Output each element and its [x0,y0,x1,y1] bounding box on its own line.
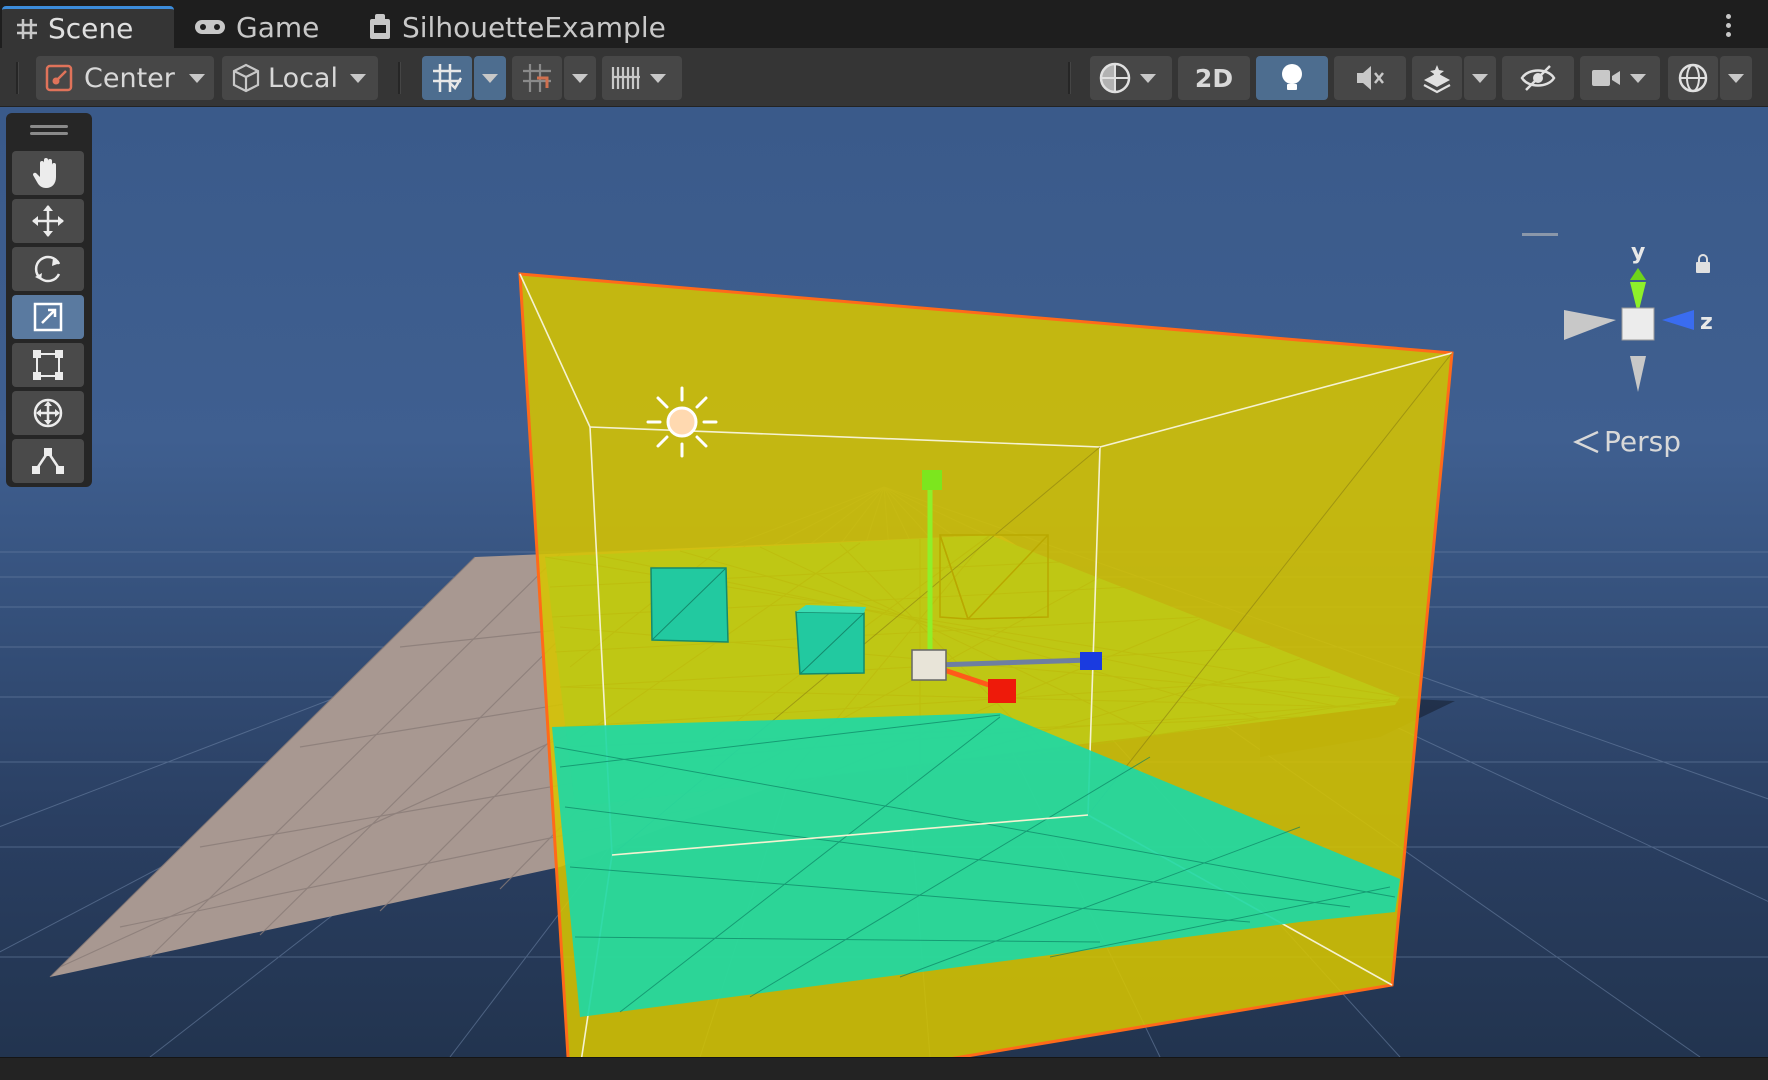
y-axis-label: y [1631,240,1646,265]
chevron-down-icon [572,73,588,83]
gizmo-globe-icon [1676,61,1710,95]
rect-tool-button[interactable] [12,343,84,387]
scene-effects-dropdown[interactable] [1464,56,1496,100]
projection-label: Persp [1604,425,1681,458]
spline-tool-icon [32,448,64,474]
hand-tool-button[interactable] [12,151,84,195]
hand-icon [32,158,56,188]
gizmos-toggle[interactable] [1668,56,1718,100]
tool-palette [6,113,92,487]
more-options-icon[interactable] [1726,14,1732,41]
tab-scene-label: Scene [48,12,134,45]
scene-camera-dropdown[interactable] [1580,56,1660,100]
teal-cube-left [650,567,729,643]
gamepad-icon [194,17,226,37]
tab-game[interactable]: Game [180,6,330,48]
directional-light-icon [646,386,718,458]
z-axis-cone[interactable] [1662,310,1694,330]
tab-scene[interactable]: Scene [2,6,174,48]
scene-viewport[interactable]: y z Persp [0,107,1768,1057]
camera-icon [1590,66,1622,90]
effects-layers-icon [1421,62,1453,94]
lock-icon[interactable] [1694,254,1712,278]
toggle-2d-button[interactable]: 2D [1178,56,1250,100]
chevron-down-icon [650,73,666,83]
scale-tool-button[interactable] [12,295,84,339]
orientation-gizmo[interactable]: y z [1548,232,1728,422]
perspective-chevron-icon [1572,430,1599,453]
audio-mute-icon [1354,63,1386,93]
scene-lighting-toggle[interactable] [1256,56,1328,100]
center-cube[interactable] [1621,307,1655,341]
rect-transform-icon [33,350,63,380]
increment-snap-dropdown[interactable] [564,56,596,100]
grid-hash-icon [16,18,38,40]
pivot-rotation-dropdown[interactable]: Local [222,56,378,100]
chevron-down-icon [1140,73,1156,83]
palette-drag-handle[interactable] [30,125,68,139]
teal-cube-middle [795,605,866,675]
status-bar [0,1057,1768,1080]
pivot-mode-dropdown[interactable]: Center [36,56,214,100]
move-tool-button[interactable] [12,199,84,243]
scene-audio-toggle[interactable] [1334,56,1406,100]
toolbar-grip [16,62,19,94]
chevron-down-icon [482,73,498,83]
draw-mode-dropdown[interactable] [1090,56,1172,100]
increment-snap-icon [521,62,553,94]
x-axis-cone[interactable] [1564,310,1616,340]
lightbulb-icon [1279,62,1305,94]
chevron-down-icon [1728,73,1744,83]
local-cube-icon [230,62,262,94]
scene-effects-toggle[interactable] [1412,56,1462,100]
chevron-down-icon [1630,73,1646,83]
projection-toggle[interactable]: Persp [1572,425,1681,458]
chevron-down-icon [349,73,366,83]
hidden-eye-icon [1520,64,1556,92]
scene-visibility-toggle[interactable] [1502,56,1574,100]
scene-render [0,272,1768,1057]
transform-tool-button[interactable] [12,391,84,435]
toolbar-separator [1068,62,1071,94]
increment-snap-toggle[interactable] [512,56,562,100]
pivot-mode-label: Center [84,62,175,94]
grid-snap-icon [431,62,463,94]
scene-tab-bar: Scene Game SilhouetteExample [0,0,1768,48]
gizmos-dropdown[interactable] [1720,56,1752,100]
scene-toolbar: Center Local 2D [0,48,1768,107]
tab-game-label: Game [236,10,320,44]
toolbar-separator [398,62,401,94]
grid-snap-toggle[interactable] [422,56,472,100]
z-axis-label: z [1700,310,1713,335]
grid-ruler-icon [610,63,642,93]
grid-visibility-dropdown[interactable] [602,56,682,100]
scene-asset-icon [368,13,392,41]
rotate-icon [34,255,61,283]
neg-y-axis-cone[interactable] [1630,356,1646,392]
chevron-down-icon [188,73,205,83]
tab-silhouette-label: SilhouetteExample [402,10,666,44]
grid-snap-dropdown[interactable] [474,56,506,100]
toggle-2d-label: 2D [1194,63,1234,93]
tab-silhouette-example[interactable]: SilhouetteExample [354,6,674,48]
pivot-rotation-label: Local [268,62,338,94]
pivot-center-icon [44,63,74,93]
transform-all-icon [33,398,63,428]
chevron-down-icon [1472,73,1488,83]
rotate-tool-button[interactable] [12,247,84,291]
move-arrows-icon [32,205,64,237]
shading-sphere-icon [1098,61,1132,95]
scale-icon [33,302,63,332]
custom-tool-button[interactable] [12,439,84,483]
